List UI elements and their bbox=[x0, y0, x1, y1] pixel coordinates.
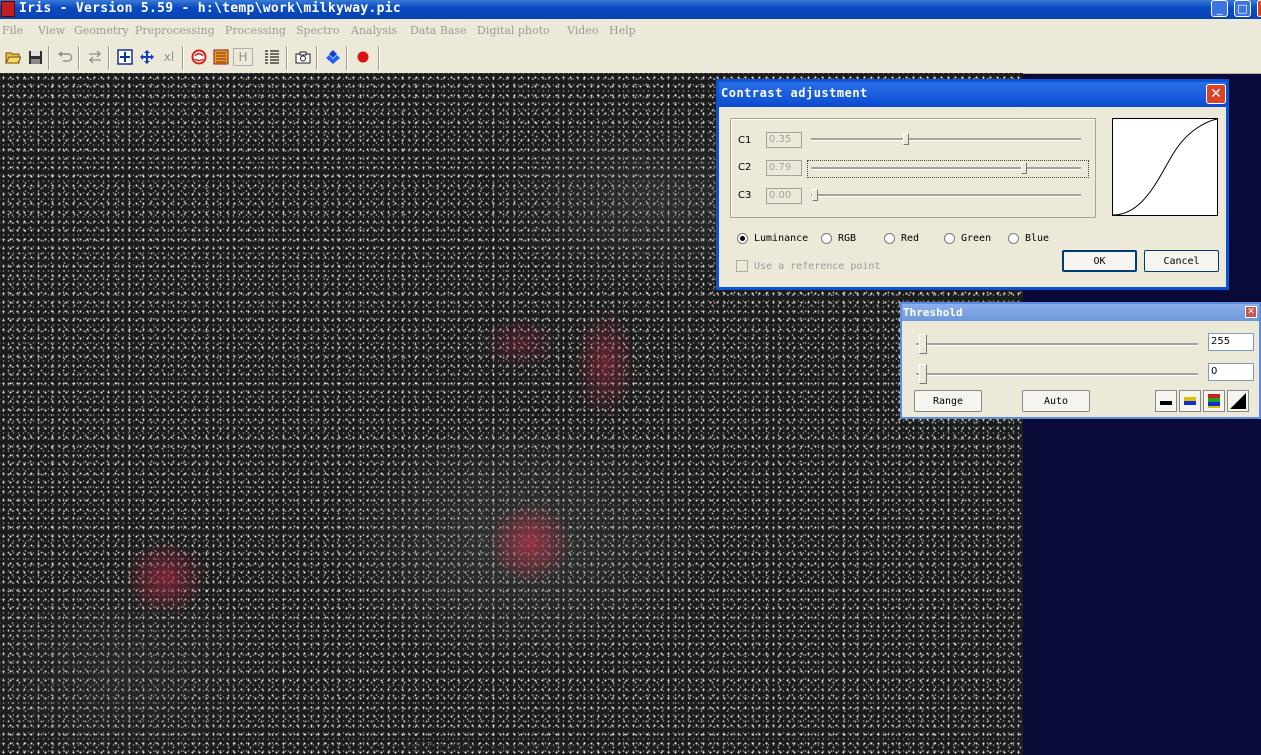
c3-value: 0.00 bbox=[766, 188, 802, 204]
radio-blue-label: Blue bbox=[1025, 233, 1050, 244]
radio-luminance[interactable]: Luminance bbox=[737, 233, 808, 244]
list-icon[interactable] bbox=[262, 47, 282, 67]
c3-slider-thumb[interactable] bbox=[812, 189, 818, 201]
undo-icon[interactable] bbox=[55, 47, 75, 67]
c3-slider-track[interactable] bbox=[811, 194, 1081, 197]
radio-rgb[interactable]: RGB bbox=[821, 233, 856, 244]
window-title: Iris - Version 5.59 - h:\temp\work\milky… bbox=[19, 1, 401, 16]
c1-slider-thumb[interactable] bbox=[903, 133, 909, 145]
menu-spectro[interactable]: Spectro bbox=[296, 24, 340, 37]
low-threshold-track[interactable] bbox=[916, 373, 1198, 376]
contrast-dialog-titlebar[interactable]: Contrast adjustment ✕ bbox=[719, 82, 1226, 107]
blue-diamond-icon[interactable] bbox=[323, 47, 343, 67]
radio-red[interactable]: Red bbox=[884, 233, 919, 244]
menu-preprocessing[interactable]: Preprocessing bbox=[135, 24, 215, 37]
reference-point-box[interactable] bbox=[736, 260, 748, 272]
maximize-button[interactable]: □ bbox=[1234, 0, 1251, 17]
zoom-in-icon[interactable] bbox=[115, 47, 135, 67]
c2-slider-track[interactable] bbox=[811, 167, 1081, 170]
threshold-title: Threshold bbox=[903, 306, 963, 319]
contrast-close-button[interactable]: ✕ bbox=[1206, 84, 1226, 104]
threshold-titlebar[interactable]: Threshold ✕ bbox=[902, 304, 1259, 321]
c2-label: C2 bbox=[738, 162, 752, 173]
radio-blue-button[interactable] bbox=[1008, 233, 1019, 244]
h-icon[interactable]: H bbox=[233, 48, 253, 66]
camera-icon[interactable] bbox=[293, 47, 313, 67]
threshold-dialog: Threshold ✕ 255 0 Range Auto bbox=[900, 302, 1261, 419]
record-icon[interactable] bbox=[353, 47, 373, 67]
menu-analysis[interactable]: Analysis bbox=[351, 24, 397, 37]
menu-video[interactable]: Video bbox=[567, 24, 598, 37]
radio-luminance-label: Luminance bbox=[754, 233, 809, 244]
menu-bar: File View Geometry Preprocessing Process… bbox=[0, 19, 1261, 43]
menu-view[interactable]: View bbox=[38, 24, 65, 37]
radio-green-label: Green bbox=[961, 233, 992, 244]
title-bar: Iris - Version 5.59 - h:\temp\work\milky… bbox=[0, 0, 1261, 19]
c1-value: 0.35 bbox=[766, 132, 802, 148]
menu-processing[interactable]: Processing bbox=[225, 24, 286, 37]
toolbar-separator bbox=[108, 46, 110, 70]
blue-colormap-button[interactable] bbox=[1179, 390, 1201, 412]
palette-icon[interactable] bbox=[211, 47, 231, 67]
radio-rgb-label: RGB bbox=[838, 233, 857, 244]
gradient-colormap-button[interactable] bbox=[1227, 390, 1249, 412]
c1-label: C1 bbox=[738, 135, 752, 146]
radio-green-button[interactable] bbox=[944, 233, 955, 244]
toolbar: xl H bbox=[0, 43, 1261, 74]
xl-icon[interactable]: xl bbox=[159, 47, 179, 67]
close-button[interactable] bbox=[1257, 0, 1261, 17]
high-threshold-input[interactable]: 255 bbox=[1208, 333, 1254, 351]
c3-label: C3 bbox=[738, 190, 752, 201]
radio-rgb-button[interactable] bbox=[821, 233, 832, 244]
save-icon[interactable] bbox=[25, 47, 45, 67]
radio-luminance-button[interactable] bbox=[737, 233, 748, 244]
red-circle-icon[interactable] bbox=[189, 47, 209, 67]
low-threshold-input[interactable]: 0 bbox=[1208, 363, 1254, 381]
menu-database[interactable]: Data Base bbox=[410, 24, 467, 37]
contrast-curve-preview bbox=[1112, 118, 1218, 216]
c2-value: 0.79 bbox=[766, 160, 802, 176]
toolbar-separator bbox=[346, 46, 348, 70]
move-icon[interactable] bbox=[137, 47, 157, 67]
black-colormap-button[interactable] bbox=[1155, 390, 1177, 412]
radio-green[interactable]: Green bbox=[944, 233, 991, 244]
menu-geometry[interactable]: Geometry bbox=[74, 24, 129, 37]
threshold-close-button[interactable]: ✕ bbox=[1245, 306, 1257, 318]
reference-point-checkbox[interactable]: Use a reference point bbox=[736, 260, 880, 272]
radio-red-label: Red bbox=[901, 233, 920, 244]
reference-point-label: Use a reference point bbox=[754, 260, 881, 272]
menu-file[interactable]: File bbox=[2, 24, 23, 37]
range-button[interactable]: Range bbox=[914, 390, 982, 412]
high-threshold-track[interactable] bbox=[916, 343, 1198, 346]
toolbar-separator bbox=[286, 46, 288, 70]
ok-button[interactable]: OK bbox=[1062, 250, 1137, 272]
image-watermark: 航天天文出版社 ... www.astronomy.com.cn bbox=[405, 743, 610, 754]
contrast-dialog-title: Contrast adjustment bbox=[721, 86, 868, 100]
contrast-dialog: Contrast adjustment ✕ C1 0.35 C2 0.79 C3… bbox=[716, 79, 1229, 290]
c1-slider-track[interactable] bbox=[811, 138, 1081, 141]
open-folder-icon[interactable] bbox=[3, 47, 23, 67]
auto-button[interactable]: Auto bbox=[1022, 390, 1090, 412]
swap-icon[interactable] bbox=[85, 47, 105, 67]
cancel-button[interactable]: Cancel bbox=[1144, 250, 1219, 272]
toolbar-separator bbox=[316, 46, 318, 70]
high-threshold-thumb[interactable] bbox=[919, 334, 927, 354]
toolbar-separator bbox=[78, 46, 80, 70]
c2-slider-thumb[interactable] bbox=[1021, 162, 1027, 174]
menu-help[interactable]: Help bbox=[609, 24, 636, 37]
toolbar-separator bbox=[378, 46, 380, 70]
toolbar-separator bbox=[48, 46, 50, 70]
radio-red-button[interactable] bbox=[884, 233, 895, 244]
rainbow-colormap-button[interactable] bbox=[1203, 390, 1225, 412]
app-icon bbox=[1, 1, 15, 17]
low-threshold-thumb[interactable] bbox=[919, 364, 927, 384]
minimize-button[interactable]: _ bbox=[1211, 0, 1228, 17]
radio-blue[interactable]: Blue bbox=[1008, 233, 1049, 244]
menu-digital-photo[interactable]: Digital photo bbox=[477, 24, 550, 37]
toolbar-separator bbox=[182, 46, 184, 70]
